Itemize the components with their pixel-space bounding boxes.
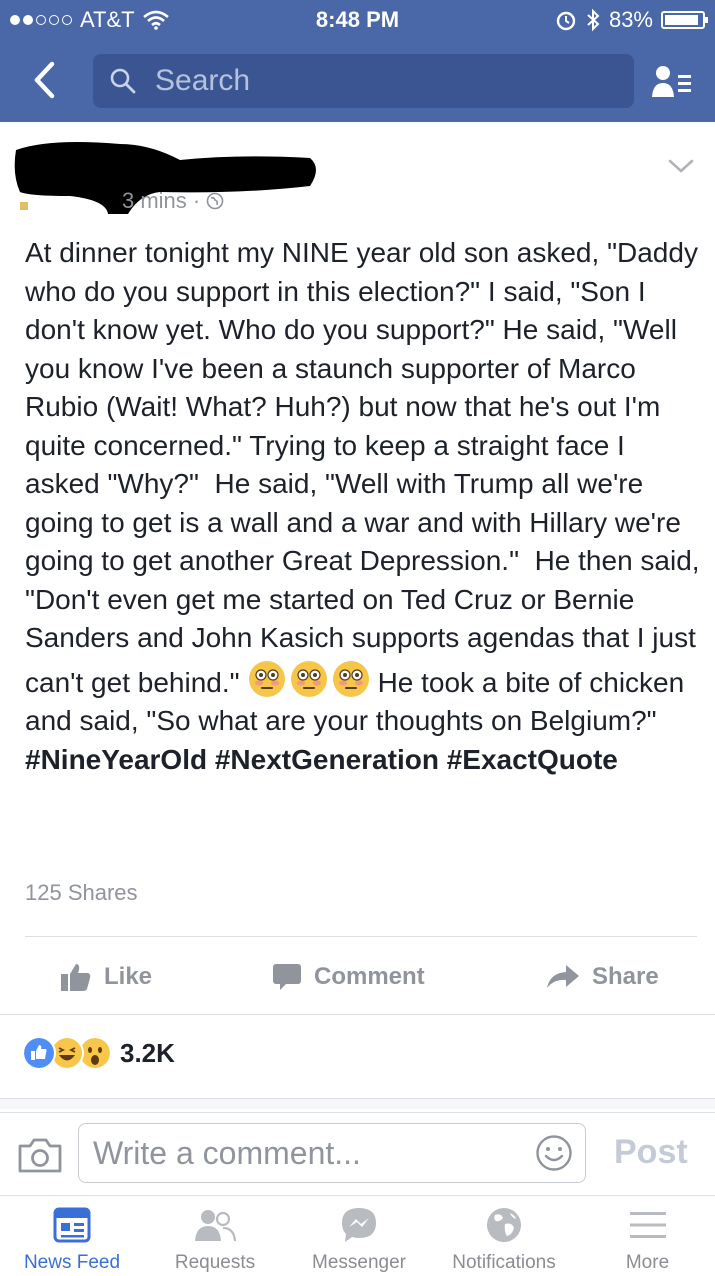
friend-requests-icon — [194, 1204, 236, 1246]
friends-list-button[interactable] — [650, 60, 694, 104]
status-right: 83% — [555, 0, 708, 40]
menu-icon — [627, 1204, 669, 1246]
shares-count[interactable]: 125 Shares — [25, 880, 138, 906]
tab-label: News Feed — [23, 1252, 121, 1273]
nav-row: Search — [0, 50, 715, 112]
tab-label: Requests — [174, 1252, 256, 1273]
bluetooth-icon — [587, 8, 600, 32]
post-actions: Like Comment Share — [0, 952, 715, 1002]
globe-notifications-icon — [483, 1204, 525, 1246]
messenger-icon — [338, 1204, 380, 1246]
share-arrow-icon — [547, 965, 579, 988]
battery-icon — [661, 11, 708, 29]
public-globe-icon — [206, 192, 224, 210]
comment-placeholder: Write a comment... — [93, 1134, 361, 1171]
tab-label: Messenger — [312, 1252, 406, 1273]
reaction-count: 3.2K — [120, 1037, 175, 1068]
back-button[interactable] — [22, 58, 66, 102]
tab-label: Notifications — [452, 1252, 556, 1273]
post-body: At dinner tonight my NINE year old son a… — [25, 234, 700, 779]
search-placeholder: Search — [155, 64, 251, 97]
tab-notifications[interactable]: Notifications — [440, 1196, 568, 1276]
tab-news-feed[interactable]: News Feed — [10, 1196, 134, 1276]
post-meta: 3 mins · — [122, 188, 224, 214]
alarm-icon — [556, 11, 576, 31]
share-label: Share — [592, 963, 659, 990]
tab-bar: News Feed Requests Messenger Notificatio… — [0, 1195, 715, 1276]
friends-list-icon — [652, 66, 691, 97]
battery-percent: 83% — [608, 7, 653, 32]
share-button[interactable]: Share — [546, 952, 659, 1002]
comment-input[interactable]: Write a comment... — [78, 1123, 586, 1183]
emoji-group — [246, 658, 372, 700]
sticker-smiley-icon[interactable] — [535, 1134, 573, 1172]
tab-messenger[interactable]: Messenger — [300, 1196, 418, 1276]
like-button[interactable]: Like — [60, 952, 152, 1002]
search-input[interactable]: Search — [93, 54, 634, 108]
reactions-summary[interactable]: 3.2K — [22, 1036, 175, 1070]
post-text-part1: At dinner tonight my NINE year old son a… — [25, 237, 708, 698]
flushed-face-icon — [332, 660, 369, 697]
like-label: Like — [104, 963, 153, 990]
section-divider — [0, 1098, 715, 1109]
search-icon — [109, 66, 139, 96]
post-timestamp[interactable]: 3 mins · — [122, 188, 200, 214]
flushed-face-icon — [248, 660, 285, 697]
comment-bubble-icon — [273, 964, 301, 990]
status-bar: AT&T 8:48 PM 83% — [0, 0, 715, 40]
divider — [0, 1014, 715, 1015]
flushed-face-icon — [290, 660, 327, 697]
comment-label: Comment — [314, 963, 425, 990]
post-hashtags[interactable]: #NineYearOld #NextGeneration #ExactQuote — [25, 744, 618, 775]
post-options-chevron-icon[interactable] — [666, 156, 696, 176]
tab-label: More — [625, 1252, 670, 1273]
post-comment-button[interactable]: Post — [614, 1133, 688, 1172]
tab-more[interactable]: More — [600, 1196, 695, 1276]
divider — [25, 936, 697, 937]
tab-requests[interactable]: Requests — [155, 1196, 275, 1276]
comment-bar: Write a comment... Post — [0, 1112, 715, 1195]
thumbs-up-icon — [61, 964, 91, 991]
camera-icon[interactable] — [18, 1137, 62, 1173]
news-feed-icon — [51, 1204, 93, 1246]
like-reaction-icon — [22, 1036, 56, 1070]
comment-button[interactable]: Comment — [272, 952, 425, 1002]
chevron-left-icon — [34, 61, 55, 99]
top-bar: AT&T 8:48 PM 83% Search — [0, 0, 715, 122]
